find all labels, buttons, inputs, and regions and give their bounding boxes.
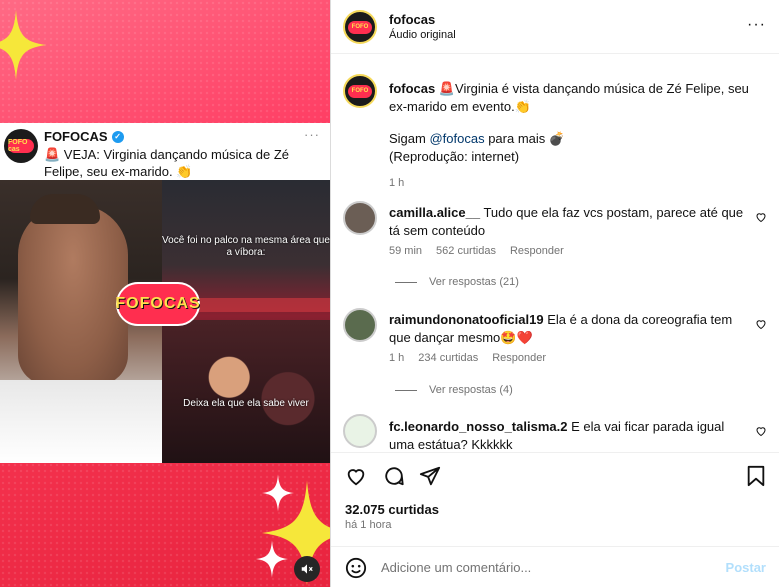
caption-text: 🚨Virginia é vista dançando música de Zé … [389,81,749,114]
post-header: FOFO fofocas Áudio original ··· [331,0,779,54]
commenter-avatar[interactable] [343,414,377,448]
post-caption: fofocas 🚨Virginia é vista dançando músic… [389,80,769,192]
caption-line2: Sigam @fofocas para mais 💣 [389,131,566,146]
sparkle-icon [0,10,46,80]
overlay-text-bottom: Deixa ela que ela sabe viver [183,398,309,409]
share-icon[interactable] [419,465,441,487]
comment: camilla.alice__ Tudo que ela faz vcs pos… [389,204,749,240]
add-comment-bar: Postar [331,546,779,587]
bookmark-icon[interactable] [746,465,766,487]
audio-label[interactable]: Áudio original [389,29,456,41]
comment-likes[interactable]: 562 curtidas [436,245,496,257]
post-time[interactable]: há 1 hora [345,519,391,531]
commenter-avatar[interactable] [343,308,377,342]
more-icon: ··· [304,127,320,142]
comment-username[interactable]: camilla.alice__ [389,205,480,220]
header-username[interactable]: fofocas [389,12,435,27]
comment-meta: 1 h 234 curtidas Responder [389,352,547,364]
comment-likes[interactable]: 234 curtidas [418,352,478,364]
action-bar [331,452,779,498]
card-account-name: FOFOCAS [44,129,108,144]
fofocas-logo: FOFO cas [4,129,38,163]
reply-button[interactable]: Responder [492,352,546,364]
comment-username[interactable]: fc.leonardo_nosso_talisma.2 [389,419,567,434]
caption-time: 1 h [389,177,405,189]
comment: raimundononatooficial19 Ela é a dona da … [389,311,749,347]
comment: fc.leonardo_nosso_talisma.2 E ela vai fi… [389,418,749,454]
commenter-avatar[interactable] [343,201,377,235]
view-replies-button[interactable]: Ver respostas (4) [395,384,513,396]
like-comment-icon[interactable] [755,211,767,223]
likes-count[interactable]: 32.075 curtidas [345,502,439,517]
mention-link[interactable]: @fofocas [429,131,484,146]
emoji-icon[interactable] [345,557,367,579]
comment-username[interactable]: raimundononatooficial19 [389,312,544,327]
view-replies-button[interactable]: Ver respostas (21) [395,276,519,288]
comment-input[interactable] [381,557,701,577]
post-panel: FOFO fofocas Áudio original ··· FOFO fof… [330,0,779,587]
like-comment-icon[interactable] [755,318,767,330]
more-options-button[interactable]: ··· [747,16,766,34]
avatar[interactable]: FOFO [343,10,377,44]
caption-avatar[interactable]: FOFO [343,74,377,108]
mute-button[interactable] [294,556,320,582]
overlay-text-top: Você foi no palco na mesma área que a ví… [162,235,330,258]
caption-line3: (Reprodução: internet) [389,149,520,164]
brand-logo: FOFOCAS [115,282,200,326]
like-comment-icon[interactable] [755,425,767,437]
comment-icon[interactable] [383,465,405,487]
verified-icon: ✓ [111,130,124,143]
reply-button[interactable]: Responder [510,245,564,257]
caption-username[interactable]: fofocas [389,81,435,96]
post-button[interactable]: Postar [726,560,766,575]
heart-icon[interactable] [345,465,367,487]
post-media[interactable]: FOFO cas FOFOCAS ✓ ··· 🚨 VEJA: Virginia … [0,0,330,587]
speaker-muted-icon [301,564,313,574]
comment-meta: 59 min 562 curtidas Responder [389,245,564,257]
card-text: 🚨 VEJA: Virginia dançando música de Zé F… [44,147,290,179]
